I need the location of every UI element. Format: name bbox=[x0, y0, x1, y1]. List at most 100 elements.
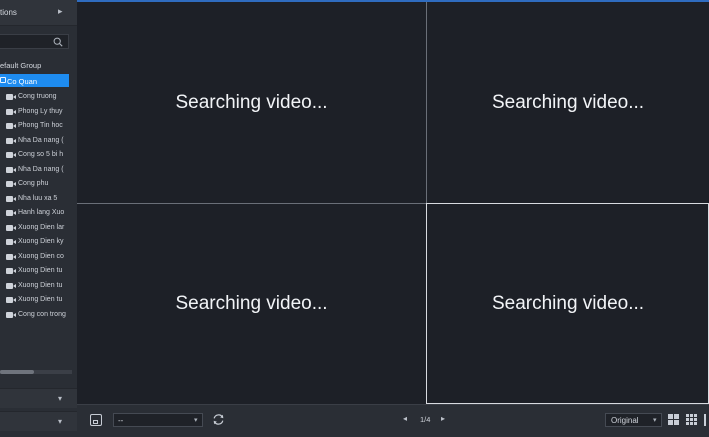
chevron-down-icon[interactable]: ▾ bbox=[58, 417, 62, 426]
view-preset-select[interactable]: -- ▾ bbox=[113, 413, 203, 427]
camera-item[interactable]: Phong Tin hoc bbox=[0, 119, 72, 133]
camera-item-label: Nha Da nang ( bbox=[18, 165, 64, 173]
camera-icon-lens bbox=[13, 182, 16, 186]
camera-item-label: Nha luu xa 5 bbox=[18, 194, 58, 202]
device-search-input[interactable] bbox=[0, 35, 50, 48]
save-icon[interactable] bbox=[90, 414, 102, 426]
view-preset-value: -- bbox=[118, 416, 124, 425]
layout-cell bbox=[694, 414, 697, 417]
camera-icon-body bbox=[6, 311, 13, 318]
layout-cell bbox=[668, 420, 673, 425]
camera-icon-body bbox=[6, 152, 13, 158]
video-tile-3[interactable]: Searching video... bbox=[77, 204, 426, 404]
camera-icon bbox=[6, 210, 17, 216]
camera-icon bbox=[6, 123, 17, 129]
camera-icon bbox=[6, 108, 17, 115]
camera-icon-body bbox=[6, 268, 13, 274]
camera-item[interactable]: Cong truong bbox=[0, 90, 72, 104]
camera-item[interactable]: Cong phu bbox=[0, 177, 72, 191]
camera-icon-lens bbox=[13, 153, 16, 157]
camera-item-label: Xuong Dien tu bbox=[18, 296, 63, 303]
camera-icon bbox=[6, 239, 17, 245]
video-tile-2[interactable]: Searching video... bbox=[427, 2, 709, 203]
sidebar-header-label: tions bbox=[0, 8, 17, 17]
video-tile-1[interactable]: Searching video... bbox=[77, 2, 426, 203]
camera-item-label: Phong Tin hoc bbox=[18, 122, 63, 129]
refresh-icon[interactable] bbox=[212, 413, 225, 426]
layout-cell bbox=[686, 418, 689, 421]
camera-icon-body bbox=[6, 123, 13, 129]
camera-icon bbox=[6, 166, 17, 173]
camera-item[interactable]: Nha Da nang ( bbox=[0, 163, 72, 177]
sidebar-panel-2[interactable]: ▾ bbox=[0, 411, 77, 431]
camera-item-label: Xuong Dien tu bbox=[18, 281, 63, 289]
camera-item-label: Xuong Dien lar bbox=[18, 223, 65, 231]
device-search-box[interactable] bbox=[0, 34, 69, 49]
camera-icon bbox=[6, 311, 17, 318]
camera-icon-lens bbox=[13, 124, 16, 128]
tree-group-co-quan[interactable]: Co Quan bbox=[0, 74, 69, 87]
chevron-left-icon[interactable]: ◂ bbox=[403, 414, 407, 423]
layout-cell bbox=[694, 418, 697, 421]
camera-item[interactable]: Xuong Dien ky bbox=[0, 235, 72, 249]
camera-item[interactable]: Xuong Dien lar bbox=[0, 221, 72, 235]
camera-icon-lens bbox=[13, 298, 16, 302]
camera-item[interactable]: Xuong Dien tu bbox=[0, 279, 72, 293]
camera-icon bbox=[6, 195, 17, 202]
camera-icon bbox=[6, 152, 17, 158]
camera-icon-body bbox=[6, 166, 13, 173]
layout-cell bbox=[704, 414, 706, 426]
sidebar-scrollbar-thumb[interactable] bbox=[0, 370, 34, 374]
camera-icon-body bbox=[6, 94, 13, 100]
camera-item[interactable]: Xuong Dien tu bbox=[0, 264, 72, 278]
camera-icon-lens bbox=[13, 312, 16, 317]
camera-item[interactable]: Cong con trong bbox=[0, 308, 72, 322]
sidebar-panel-1[interactable]: ▾ bbox=[0, 388, 77, 408]
camera-item-label: Cong con trong bbox=[18, 310, 66, 318]
video-grid: Searching video... Searching video... Se… bbox=[77, 0, 709, 404]
layout-cell bbox=[690, 414, 693, 417]
camera-item[interactable]: Xuong Dien tu bbox=[0, 293, 72, 307]
playback-toolbar: -- ▾ ◂ 1/4 ▸ Original ▾ bbox=[77, 404, 709, 437]
camera-item[interactable]: Cong so 5 bi h bbox=[0, 148, 72, 162]
aspect-ratio-select[interactable]: Original ▾ bbox=[605, 413, 662, 427]
camera-icon-body bbox=[6, 253, 13, 260]
camera-icon-body bbox=[6, 297, 13, 303]
camera-item[interactable]: Nha luu xa 5 bbox=[0, 192, 72, 206]
tree-root-default-group[interactable]: efault Group bbox=[0, 61, 41, 70]
camera-item-label: Cong phu bbox=[18, 180, 49, 187]
camera-icon-lens bbox=[13, 269, 16, 273]
sidebar-header[interactable]: tions ▸ bbox=[0, 0, 77, 26]
camera-item[interactable]: Xuong Dien co bbox=[0, 250, 72, 264]
grid-3x3-icon[interactable] bbox=[686, 414, 698, 426]
camera-icon bbox=[6, 181, 17, 187]
camera-icon-body bbox=[6, 108, 13, 115]
chevron-down-icon[interactable]: ▾ bbox=[58, 394, 62, 403]
camera-icon-body bbox=[6, 239, 13, 245]
camera-item[interactable]: Nha Da nang ( bbox=[0, 134, 72, 148]
camera-icon bbox=[6, 224, 17, 231]
camera-icon-body bbox=[6, 195, 13, 202]
camera-item-label: Hanh lang Xuo bbox=[18, 209, 65, 216]
camera-item-label: Xuong Dien ky bbox=[18, 238, 64, 245]
camera-item[interactable]: Hanh lang Xuo bbox=[0, 206, 72, 220]
tree-group-label: Co Quan bbox=[7, 76, 38, 86]
camera-icon bbox=[6, 253, 17, 260]
chevron-right-icon[interactable]: ▸ bbox=[441, 414, 445, 423]
camera-item-label: Nha Da nang ( bbox=[18, 136, 64, 144]
chevron-right-icon[interactable]: ▸ bbox=[58, 6, 63, 17]
search-icon[interactable] bbox=[53, 37, 63, 47]
camera-icon-lens bbox=[13, 240, 16, 244]
camera-icon bbox=[6, 297, 17, 303]
device-sidebar: tions ▸ efault Group Co Quan Cong truong… bbox=[0, 0, 77, 437]
layout-cell bbox=[674, 420, 679, 425]
fullscreen-icon[interactable] bbox=[704, 414, 709, 426]
camera-icon bbox=[6, 282, 17, 289]
chevron-down-icon: ▾ bbox=[194, 417, 198, 424]
layout-cell bbox=[674, 414, 679, 419]
layout-cell bbox=[686, 422, 689, 425]
grid-2x2-icon[interactable] bbox=[668, 414, 680, 426]
camera-item[interactable]: Phong Ly thuy bbox=[0, 105, 72, 119]
tile-status-text: Searching video... bbox=[491, 92, 645, 113]
camera-item-label: Phong Ly thuy bbox=[18, 107, 63, 115]
